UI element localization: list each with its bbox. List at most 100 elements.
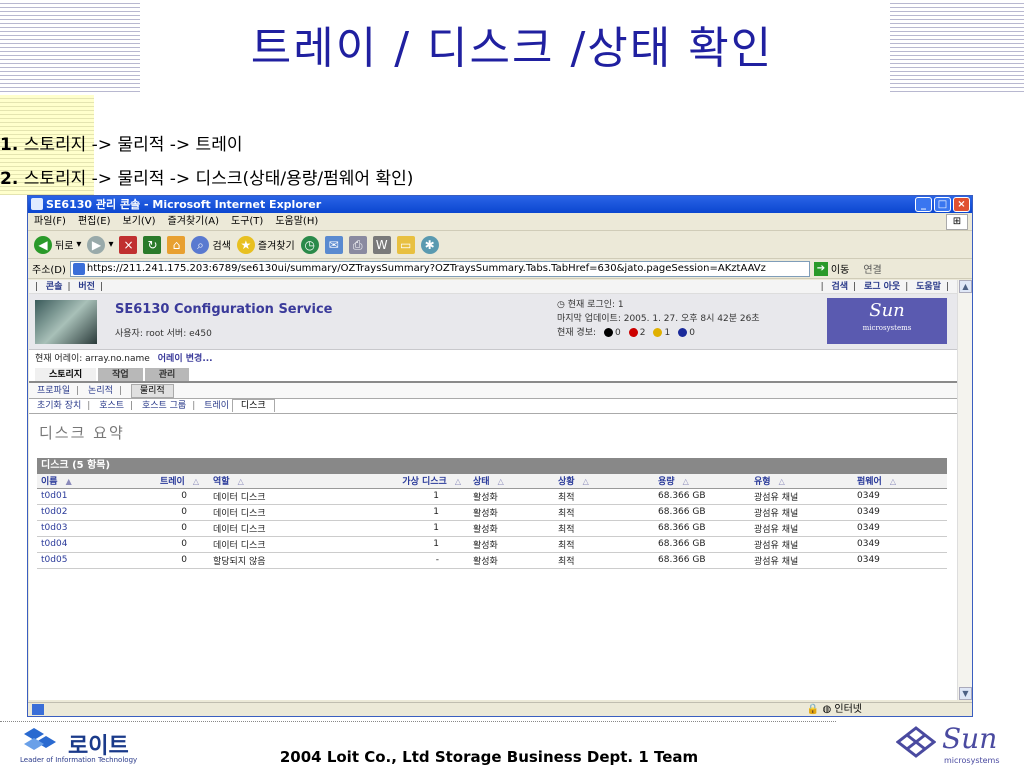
change-array-link[interactable]: 어레이 변경... (158, 354, 213, 364)
cell-disk-name[interactable]: t0d01 (37, 488, 117, 505)
col-type[interactable]: 유형 △ (750, 474, 853, 489)
cell-condition: 최적 (554, 536, 654, 553)
cell-condition: 최적 (554, 520, 654, 537)
cell-virtual-disk: 1 (349, 488, 469, 505)
alarm-minor-icon[interactable]: 0 (678, 326, 695, 340)
tab-storage[interactable]: 스토리지 (35, 368, 97, 381)
version-link[interactable]: 버전 (78, 282, 95, 292)
cell-condition: 최적 (554, 504, 654, 521)
col-capacity[interactable]: 용량 △ (654, 474, 750, 489)
home-icon[interactable]: ⌂ (167, 235, 186, 254)
tab-initiators[interactable]: 초기화 장치 (37, 401, 81, 411)
col-status[interactable]: 상태 △ (469, 474, 554, 489)
slide-title: 트레이 / 디스크 /상태 확인 (250, 23, 774, 74)
back-arrow-icon: ◀ (34, 235, 52, 254)
address-input[interactable]: https://211.241.175.203:6789/se6130ui/su… (69, 260, 810, 277)
cell-disk-name[interactable]: t0d02 (37, 504, 117, 521)
menu-view[interactable]: 보기(V) (123, 213, 156, 230)
sort-icon: △ (889, 477, 896, 487)
masthead: SE6130 Configuration Service 사용자: root 서… (29, 294, 957, 350)
search-link[interactable]: 검색 (831, 282, 848, 292)
status-info: ◷ 현재 로그인: 1 마지막 업데이트: 2005. 1. 27. 오후 8시… (557, 298, 760, 340)
tab-physical[interactable]: 물리적 (130, 384, 174, 398)
status-bar: 🔒 ◍ 인터넷 (28, 702, 972, 716)
favorites-button[interactable]: ★ 즐겨찾기 (236, 235, 295, 254)
forward-button[interactable]: ▶ ▾ (87, 235, 113, 254)
tab-trays[interactable]: 트레이 (204, 401, 229, 411)
maximize-button[interactable]: □ (934, 197, 951, 212)
menu-bar: 파일(F) 편집(E) 보기(V) 즐겨찾기(A) 도구(T) 도움말(H) ⊞ (28, 213, 972, 231)
page-content: | 콘솔 | 버전 | | 검색 | 로그 아웃 | 도움말 | SE6130 Confi… (29, 280, 957, 700)
cell-capacity: 68.366 GB (654, 520, 750, 537)
window-titlebar[interactable]: SE6130 관리 콘솔 - Microsoft Internet Explor… (28, 196, 972, 213)
logout-link[interactable]: 로그 아웃 (864, 282, 900, 292)
menu-favorites[interactable]: 즐겨찾기(A) (168, 213, 219, 230)
page-icon (72, 262, 85, 275)
tab-hosts[interactable]: 호스트 (99, 401, 124, 411)
col-vdisk[interactable]: 가상 디스크 △ (349, 474, 469, 489)
current-array: 현재 어레이: array.no.name 어레이 변경... (35, 354, 213, 364)
tab-host-groups[interactable]: 호스트 그룹 (142, 401, 186, 411)
col-role[interactable]: 역할 △ (209, 474, 349, 489)
refresh-icon[interactable]: ↻ (143, 235, 162, 254)
cell-disk-name[interactable]: t0d05 (37, 552, 117, 569)
page-title: 디스크 요약 (39, 424, 125, 442)
mail-icon[interactable]: ✉ (324, 235, 343, 254)
tab-admin[interactable]: 관리 (144, 368, 190, 381)
print-icon[interactable]: ⎙ (348, 235, 367, 254)
menu-tools[interactable]: 도구(T) (231, 213, 263, 230)
menu-file[interactable]: 파일(F) (34, 213, 66, 230)
cell-type: 광섬유 채널 (750, 536, 853, 553)
console-link[interactable]: 콘솔 (46, 282, 63, 292)
col-name[interactable]: 이름 ▲ (37, 474, 117, 489)
col-firmware[interactable]: 펌웨어 △ (853, 474, 947, 489)
cell-disk-name[interactable]: t0d04 (37, 536, 117, 553)
address-bar: 주소(D) https://211.241.175.203:6789/se613… (28, 259, 972, 279)
scroll-down-icon[interactable]: ▼ (959, 687, 972, 700)
search-button[interactable]: ⌕ 검색 (191, 235, 231, 254)
alarm-down-icon[interactable]: 0 (604, 326, 621, 340)
menu-help[interactable]: 도움말(H) (275, 213, 318, 230)
close-button[interactable]: × (953, 197, 970, 212)
primary-tabs: 스토리지 작업 관리 (29, 368, 957, 383)
product-name: SE6130 Configuration Service (115, 302, 333, 317)
cell-status: 활성화 (469, 504, 554, 521)
col-condition[interactable]: 상황 △ (554, 474, 654, 489)
search-icon: ⌕ (191, 235, 210, 254)
tab-disks[interactable]: 디스크 (231, 399, 275, 412)
go-arrow-icon: ➔ (813, 261, 828, 276)
stop-icon[interactable]: × (119, 235, 138, 254)
alarm-major-icon[interactable]: 1 (653, 326, 670, 340)
tab-profile[interactable]: 프로파일 (37, 386, 70, 396)
tab-jobs[interactable]: 작업 (98, 368, 143, 381)
current-login: ◷ 현재 로그인: 1 (557, 300, 624, 310)
scroll-up-icon[interactable]: ▲ (959, 280, 972, 293)
cell-disk-name[interactable]: t0d03 (37, 520, 117, 537)
masthead-links: | 콘솔 | 버전 | | 검색 | 로그 아웃 | 도움말 | (29, 280, 957, 294)
col-tray[interactable]: 트레이 △ (117, 474, 209, 489)
messenger-icon[interactable]: ✱ (420, 235, 439, 254)
cell-capacity: 68.366 GB (654, 536, 750, 553)
table-row: t0d04 0 데이터 디스크 1 활성화 최적 68.366 GB 광섬유 채널 0349 (37, 536, 947, 553)
help-link[interactable]: 도움말 (916, 282, 941, 292)
minimize-button[interactable]: _ (915, 197, 932, 212)
edit-icon[interactable]: W (372, 235, 391, 254)
alarm-critical-icon[interactable]: 2 (628, 326, 645, 340)
cell-tray: 0 (117, 504, 209, 521)
disk-table: 디스크 (5 항목) 이름 ▲ 트레이 △ 역할 △ 가상 디스크 △ 상태 △ 상황 △ … (37, 458, 947, 569)
cell-status: 활성화 (469, 520, 554, 537)
forward-arrow-icon: ▶ (87, 235, 106, 254)
ie-icon (31, 198, 43, 210)
history-icon[interactable]: ◷ (300, 235, 319, 254)
menu-edit[interactable]: 편집(E) (78, 213, 111, 230)
cell-status: 활성화 (469, 536, 554, 553)
back-button[interactable]: ◀ 뒤로 ▾ (34, 235, 81, 254)
tab-logical[interactable]: 논리적 (88, 386, 113, 396)
secondary-tabs: 프로파일 | 논리적 | 물리적 (29, 383, 957, 399)
sort-icon: △ (497, 477, 504, 487)
star-icon: ★ (236, 235, 255, 254)
go-button[interactable]: ➔ 이동 (813, 261, 849, 276)
links-button[interactable]: 연결 (863, 261, 881, 276)
vertical-scrollbar[interactable]: ▲ ▼ (957, 280, 972, 700)
folder-icon[interactable]: ▭ (396, 235, 415, 254)
